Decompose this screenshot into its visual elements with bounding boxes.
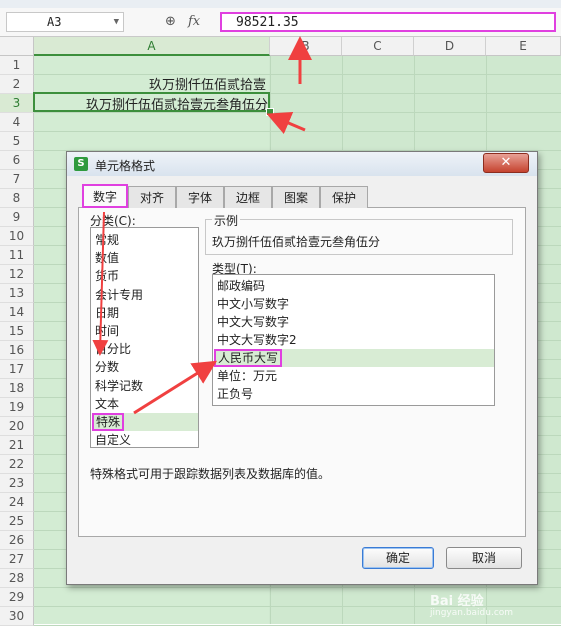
annotation-arrows bbox=[92, 36, 312, 415]
arrow-to-type bbox=[133, 360, 218, 415]
arrow-to-cell bbox=[266, 111, 306, 135]
arrow-to-tab bbox=[92, 211, 109, 356]
